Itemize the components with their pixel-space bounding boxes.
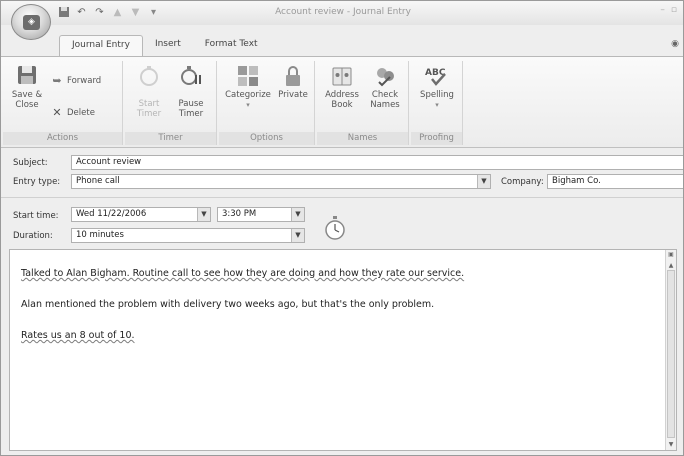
start-date-value: Wed 11/22/2006: [76, 209, 147, 219]
check-names-label: Check Names: [370, 90, 400, 110]
tab-insert[interactable]: Insert: [143, 35, 193, 57]
duration-label: Duration:: [13, 231, 53, 241]
window-title: Account review - Journal Entry: [275, 7, 411, 17]
delete-label: Delete: [67, 108, 95, 118]
save-close-icon: [15, 63, 39, 87]
stopwatch-icon: [324, 216, 346, 242]
forward-icon: ➥: [52, 74, 62, 87]
subject-input[interactable]: Account review: [71, 155, 683, 170]
notes-body[interactable]: Talked to Alan Bigham. Routine call to s…: [9, 249, 677, 451]
spelling-button[interactable]: ABC Spelling ▾: [415, 65, 459, 110]
group-timer: Start Timer Pause Timer Timer: [125, 61, 217, 145]
start-timer-button[interactable]: Start Timer: [131, 65, 167, 119]
group-label-timer: Timer: [125, 132, 216, 145]
tab-journal-entry[interactable]: Journal Entry: [59, 35, 143, 57]
address-book-icon: [331, 65, 353, 87]
start-date-select[interactable]: Wed 11/22/2006 ▼: [71, 207, 211, 222]
forward-button[interactable]: ➥ Forward: [51, 75, 101, 87]
company-label: Company:: [501, 177, 544, 187]
delete-button[interactable]: ✕ Delete: [51, 107, 95, 119]
title-bar: ↶ ↷ ▲ ▼ ▾ Account review - Journal Entry…: [1, 1, 683, 25]
check-names-icon: [374, 65, 396, 87]
spelling-label: Spelling: [420, 90, 454, 100]
chevron-down-icon[interactable]: ▼: [291, 208, 304, 221]
minimize-icon[interactable]: –: [660, 5, 665, 15]
entry-type-label: Entry type:: [13, 177, 61, 187]
ribbon-tabs: Journal Entry Insert Format Text: [59, 35, 270, 57]
ruler-toggle-icon[interactable]: ▣: [666, 250, 676, 260]
group-names: Address Book Check Names Names: [317, 61, 409, 145]
lock-icon: [282, 65, 304, 87]
group-label-options: Options: [219, 132, 314, 145]
pause-timer-icon: [180, 65, 202, 87]
duration-select[interactable]: 10 minutes ▼: [71, 228, 305, 243]
group-proofing: ABC Spelling ▾ Proofing: [411, 61, 463, 145]
check-names-button[interactable]: Check Names: [365, 65, 405, 110]
start-time-value: 3:30 PM: [222, 209, 257, 219]
chevron-down-icon[interactable]: ▼: [197, 208, 210, 221]
notes-text[interactable]: Talked to Alan Bigham. Routine call to s…: [21, 268, 464, 361]
company-input[interactable]: Bigham Co.: [547, 174, 683, 189]
office-button[interactable]: ◈: [11, 4, 51, 40]
form-divider: [1, 197, 683, 198]
duration-value: 10 minutes: [76, 230, 124, 240]
categorize-button[interactable]: Categorize ▾: [223, 65, 273, 110]
start-timer-icon: [138, 65, 160, 87]
save-close-button[interactable]: Save & Close: [7, 63, 47, 110]
vertical-scrollbar[interactable]: ▣ ▲ ▼: [665, 250, 676, 450]
office-logo-icon: ◈: [23, 15, 40, 30]
notes-paragraph: Alan mentioned the problem with delivery…: [21, 299, 435, 310]
group-label-proofing: Proofing: [411, 132, 462, 145]
save-close-label: Save & Close: [11, 90, 43, 110]
delete-icon: ✕: [52, 106, 62, 119]
scroll-thumb[interactable]: [667, 270, 675, 438]
spelling-dropdown-icon: ▾: [435, 101, 439, 109]
notes-paragraph: Talked to Alan Bigham. Routine call to s…: [21, 268, 465, 279]
start-timer-label: Start Timer: [136, 99, 162, 119]
private-button[interactable]: Private: [275, 65, 311, 100]
start-time-select[interactable]: 3:30 PM ▼: [217, 207, 305, 222]
group-actions: Save & Close ➥ Forward ✕ Delete Actions: [3, 61, 123, 145]
scroll-down-icon[interactable]: ▼: [666, 440, 676, 450]
chevron-down-icon[interactable]: ▼: [477, 175, 490, 188]
subject-label: Subject:: [13, 158, 48, 168]
address-book-label: Address Book: [325, 90, 359, 110]
help-icon[interactable]: ◉: [671, 39, 679, 49]
ribbon: Save & Close ➥ Forward ✕ Delete Actions …: [1, 56, 683, 148]
categorize-icon: [237, 65, 259, 87]
pause-timer-button[interactable]: Pause Timer: [171, 65, 211, 119]
start-time-label: Start time:: [13, 211, 59, 221]
chevron-down-icon[interactable]: ▼: [291, 229, 304, 242]
tab-format-text[interactable]: Format Text: [193, 35, 270, 57]
journal-entry-window: ↶ ↷ ▲ ▼ ▾ Account review - Journal Entry…: [0, 0, 684, 456]
group-label-names: Names: [317, 132, 408, 145]
maximize-icon[interactable]: ▫: [671, 5, 677, 15]
group-options: Categorize ▾ Private Options: [219, 61, 315, 145]
entry-type-select[interactable]: Phone call ▼: [71, 174, 491, 189]
spelling-icon: ABC: [424, 65, 450, 87]
private-label: Private: [278, 90, 308, 100]
group-label-actions: Actions: [3, 132, 122, 145]
window-controls: – ▫: [660, 5, 677, 15]
categorize-dropdown-icon: ▾: [246, 101, 250, 109]
address-book-button[interactable]: Address Book: [323, 65, 361, 110]
entry-type-value: Phone call: [76, 176, 120, 186]
forward-label: Forward: [67, 76, 102, 86]
categorize-label: Categorize: [225, 90, 271, 100]
notes-paragraph: Rates us an 8 out of 10.: [21, 330, 135, 341]
pause-timer-label: Pause Timer: [178, 99, 204, 119]
